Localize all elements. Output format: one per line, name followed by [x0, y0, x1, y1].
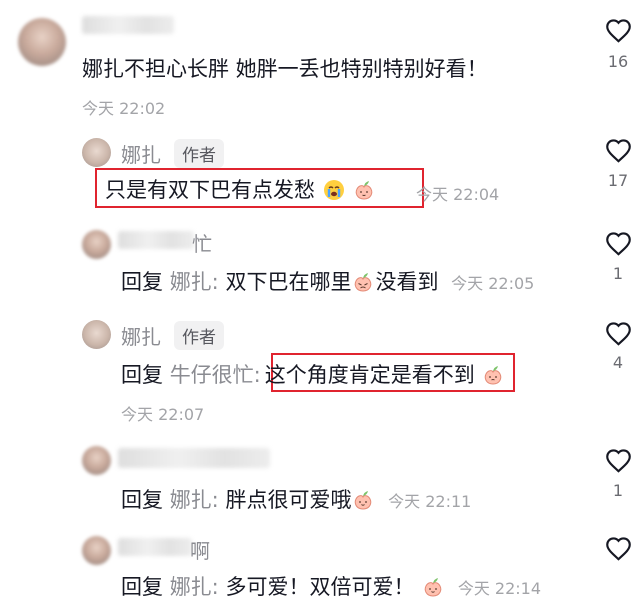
reply-label: 回复 — [121, 488, 163, 512]
username-blurred[interactable] — [118, 538, 192, 556]
like-button[interactable] — [598, 18, 638, 47]
like-count: 17 — [607, 171, 629, 190]
comment-text-row: 只是有双下巴有点发愁 — [105, 174, 376, 204]
author-avatar[interactable] — [82, 320, 111, 349]
author-name[interactable]: 娜扎 — [121, 139, 161, 168]
heart-outline-icon — [605, 19, 631, 43]
comment-time: 今天 22:05 — [451, 274, 535, 293]
reply-text-row: 回复 娜扎: 双下巴在哪里 没看到 今天 22:05 — [121, 266, 534, 296]
reply-label: 回复 — [121, 363, 163, 387]
comment-text: 娜扎不担心长胖 她胖一丢也特别特别好看！ — [82, 57, 488, 81]
peach-emoji-icon — [355, 491, 372, 510]
username-blurred[interactable] — [118, 448, 270, 468]
avatar[interactable] — [82, 446, 111, 475]
heart-outline-icon — [605, 537, 631, 561]
author-name[interactable]: 娜扎 — [121, 321, 161, 350]
heart-outline-icon — [605, 139, 631, 163]
comment-text: 多可爱！双倍可爱！ — [225, 575, 415, 599]
avatar[interactable] — [82, 536, 111, 565]
reply-to-name[interactable]: 娜扎: — [170, 575, 219, 599]
reply-label: 回复 — [121, 270, 163, 294]
username-partial[interactable]: 啊 — [190, 535, 210, 564]
username-partial[interactable]: 忙 — [192, 228, 212, 257]
peach-emoji-icon — [424, 578, 442, 597]
avatar[interactable] — [82, 230, 111, 259]
reply-label: 回复 — [121, 575, 163, 599]
author-avatar[interactable] — [82, 138, 111, 167]
crying-face-icon — [323, 180, 344, 200]
username-blurred[interactable] — [82, 16, 174, 34]
comment-text: 只是有双下巴有点发愁 — [105, 178, 315, 202]
avatar[interactable] — [18, 18, 66, 66]
comment-text: 这个角度肯定是看不到 — [264, 363, 475, 387]
username-blurred[interactable] — [118, 231, 194, 249]
reply-to-name[interactable]: 娜扎: — [170, 488, 219, 512]
comment-time: 今天 22:11 — [388, 492, 472, 511]
comment-time: 今天 22:14 — [457, 579, 542, 598]
comment-text: 双下巴在哪里 — [225, 270, 352, 294]
like-button[interactable] — [598, 536, 638, 565]
peach-emoji-icon — [355, 273, 372, 292]
like-button[interactable] — [598, 448, 638, 477]
comment-text: 没看到 — [375, 270, 439, 294]
peach-emoji-icon — [485, 366, 502, 385]
comment-text: 胖点很可爱哦 — [225, 488, 352, 512]
like-count: 4 — [612, 353, 624, 372]
like-button[interactable] — [598, 231, 638, 260]
peach-emoji-icon — [356, 181, 373, 200]
author-badge: 作者 — [174, 139, 224, 168]
reply-text-row: 回复 娜扎: 胖点很可爱哦 今天 22:11 — [121, 484, 471, 514]
comment-time: 今天 22:04 — [416, 185, 500, 204]
like-count: 1 — [612, 264, 624, 283]
author-badge: 作者 — [174, 321, 224, 350]
heart-outline-icon — [605, 322, 631, 346]
like-button[interactable] — [598, 138, 638, 167]
comment-time: 今天 22:02 — [82, 99, 166, 118]
like-button[interactable] — [598, 321, 638, 350]
reply-text-row: 回复 娜扎: 多可爱！双倍可爱！ 今天 22:14 — [121, 571, 541, 601]
like-count: 16 — [607, 52, 629, 71]
like-count: 1 — [612, 481, 624, 500]
reply-text-row: 回复 牛仔很忙: 这个角度肯定是看不到 — [121, 359, 505, 389]
reply-to-name[interactable]: 牛仔很忙: — [170, 363, 261, 387]
reply-to-name[interactable]: 娜扎: — [170, 270, 219, 294]
comment-time: 今天 22:07 — [121, 405, 205, 424]
heart-outline-icon — [605, 449, 631, 473]
heart-outline-icon — [605, 232, 631, 256]
